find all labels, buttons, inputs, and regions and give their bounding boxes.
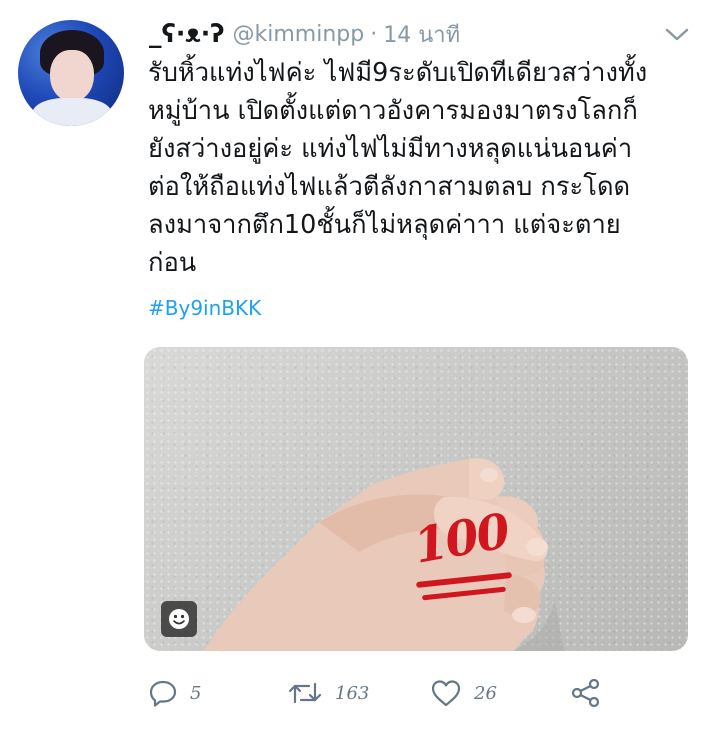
display-name[interactable]: _ʕ·ᴥ·ʔ bbox=[149, 19, 225, 49]
separator-dot: · bbox=[370, 21, 378, 47]
tweet-media-image[interactable]: 100 bbox=[144, 347, 688, 651]
reply-icon bbox=[149, 680, 177, 707]
tweet-header: _ʕ·ᴥ·ʔ @kimminpp · 14 นาที bbox=[149, 14, 460, 54]
sticker-icon bbox=[169, 609, 189, 629]
sticker-underline-2 bbox=[421, 586, 507, 601]
user-handle[interactable]: @kimminpp bbox=[233, 22, 365, 47]
heart-icon bbox=[431, 680, 461, 707]
sticker-100: 100 bbox=[406, 503, 526, 611]
retweet-button[interactable]: 163 bbox=[287, 668, 369, 718]
sticker-100-text: 100 bbox=[409, 503, 513, 575]
retweet-count: 163 bbox=[335, 682, 370, 704]
reply-count: 5 bbox=[190, 682, 202, 704]
tweet-actions: 5 163 26 bbox=[0, 668, 711, 718]
reply-button[interactable]: 5 bbox=[148, 668, 201, 718]
chevron-down-icon[interactable] bbox=[664, 26, 690, 44]
like-count: 26 bbox=[474, 682, 497, 704]
timestamp[interactable]: 14 นาที bbox=[383, 17, 460, 52]
hashtag-link[interactable]: #By9inBKK bbox=[148, 296, 261, 320]
avatar-face bbox=[50, 50, 94, 102]
retweet-icon bbox=[288, 682, 322, 704]
tweet-text: รับหิ้วแท่งไฟค่ะ ไฟมี9ระดับเปิดทีเดียวสว… bbox=[148, 58, 648, 278]
share-button[interactable] bbox=[570, 668, 602, 718]
share-icon bbox=[571, 678, 600, 708]
like-button[interactable]: 26 bbox=[430, 668, 497, 718]
sticker-button[interactable] bbox=[161, 601, 197, 637]
sticker-underline-1 bbox=[415, 571, 513, 589]
avatar[interactable] bbox=[18, 20, 124, 126]
avatar-shirt bbox=[32, 98, 112, 126]
